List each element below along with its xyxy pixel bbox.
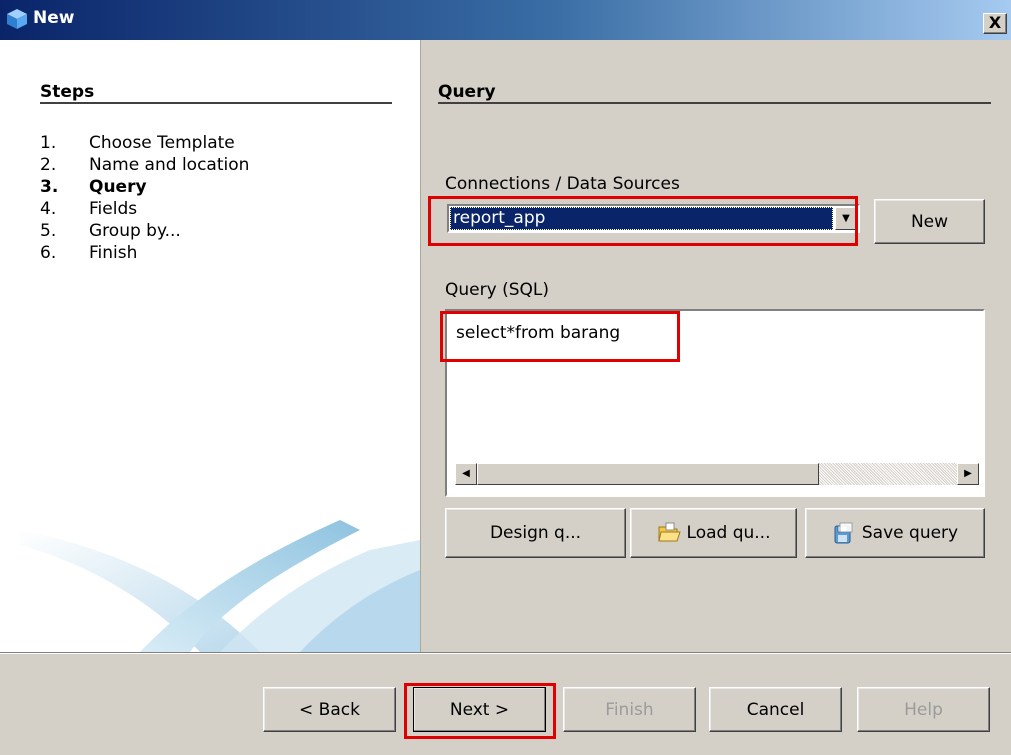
step-item-current: 3. Query bbox=[40, 176, 249, 198]
back-button[interactable]: < Back bbox=[263, 687, 396, 732]
horizontal-scrollbar[interactable]: ◀ ▶ bbox=[455, 463, 979, 485]
steps-panel: Steps 1. Choose Template 2. Name and locat… bbox=[0, 40, 420, 652]
step-number: 3. bbox=[40, 177, 59, 197]
connections-label: Connections / Data Sources bbox=[445, 174, 680, 194]
steps-divider bbox=[40, 102, 392, 104]
query-heading: Query bbox=[438, 82, 496, 102]
chevron-down-icon[interactable]: ▼ bbox=[835, 207, 857, 230]
scroll-left-icon[interactable]: ◀ bbox=[455, 463, 477, 485]
step-item: 5. Group by... bbox=[40, 220, 249, 242]
new-connection-button[interactable]: New bbox=[874, 199, 985, 244]
step-number: 4. bbox=[40, 199, 57, 219]
step-number: 6. bbox=[40, 243, 57, 263]
steps-heading: Steps bbox=[40, 82, 95, 102]
save-disk-icon bbox=[834, 522, 853, 544]
step-label: Query bbox=[89, 177, 147, 197]
cancel-button[interactable]: Cancel bbox=[709, 687, 842, 732]
close-button[interactable]: X bbox=[983, 13, 1007, 34]
design-query-button[interactable]: Design q... bbox=[445, 508, 626, 558]
help-button[interactable]: Help bbox=[857, 687, 990, 732]
step-label: Choose Template bbox=[89, 133, 235, 153]
decorative-swoosh-graphic bbox=[20, 520, 420, 652]
step-label: Group by... bbox=[89, 221, 181, 241]
step-number: 5. bbox=[40, 221, 57, 241]
step-label: Fields bbox=[89, 199, 138, 219]
sql-label: Query (SQL) bbox=[445, 280, 549, 300]
step-label: Finish bbox=[89, 243, 138, 263]
load-query-button[interactable]: Load qu... bbox=[630, 508, 797, 558]
next-button[interactable]: Next > bbox=[413, 687, 546, 732]
steps-list: 1. Choose Template 2. Name and location 3.… bbox=[40, 132, 249, 264]
step-item: 2. Name and location bbox=[40, 154, 249, 176]
sql-textarea[interactable]: select*from barang ◀ ▶ bbox=[445, 309, 985, 497]
sql-text[interactable]: select*from barang bbox=[456, 323, 620, 343]
title-bar: New X bbox=[0, 0, 1011, 40]
finish-button[interactable]: Finish bbox=[563, 687, 696, 732]
app-cube-icon bbox=[7, 9, 27, 29]
scrollbar-thumb[interactable] bbox=[477, 463, 819, 485]
design-query-label: Design q... bbox=[489, 523, 582, 543]
load-query-label: Load qu... bbox=[686, 523, 771, 543]
save-query-button[interactable]: Save query bbox=[805, 508, 985, 558]
connection-selected-value[interactable]: report_app bbox=[450, 207, 833, 230]
step-item: 4. Fields bbox=[40, 198, 249, 220]
scroll-right-icon[interactable]: ▶ bbox=[957, 463, 979, 485]
panel-divider bbox=[420, 40, 421, 652]
step-label: Name and location bbox=[89, 155, 250, 175]
step-number: 1. bbox=[40, 133, 57, 153]
step-number: 2. bbox=[40, 155, 57, 175]
step-item: 6. Finish bbox=[40, 242, 249, 264]
step-item: 1. Choose Template bbox=[40, 132, 249, 154]
folder-open-icon bbox=[657, 522, 681, 542]
connection-dropdown[interactable]: report_app ▼ bbox=[447, 204, 860, 233]
save-query-label: Save query bbox=[861, 523, 959, 543]
window-title: New bbox=[33, 8, 75, 28]
footer-divider bbox=[0, 652, 1011, 654]
query-divider bbox=[438, 102, 991, 104]
